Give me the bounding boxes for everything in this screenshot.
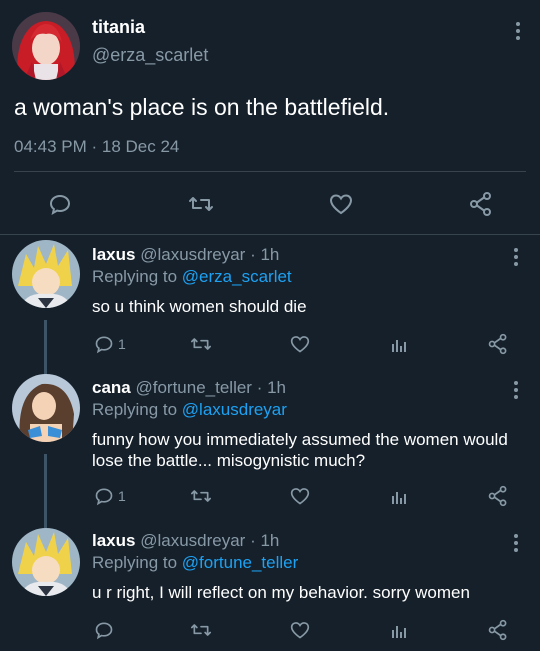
more-icon[interactable] bbox=[514, 248, 518, 269]
reply-icon bbox=[95, 622, 113, 640]
reply-icon bbox=[95, 336, 113, 354]
share-button[interactable] bbox=[487, 619, 509, 641]
display-name[interactable]: laxus bbox=[92, 245, 135, 264]
like-icon bbox=[290, 488, 310, 505]
analytics-icon bbox=[392, 492, 406, 504]
more-icon[interactable] bbox=[514, 381, 518, 402]
divider bbox=[14, 171, 526, 172]
replying-to-handle[interactable]: @erza_scarlet bbox=[182, 267, 292, 286]
reply-icon bbox=[95, 488, 113, 506]
thread-line bbox=[44, 320, 47, 376]
reply-header[interactable]: cana @fortune_teller · 1h bbox=[92, 378, 286, 398]
reply-header[interactable]: laxus @laxusdreyar · 1h bbox=[92, 245, 279, 265]
replying-label: Replying to bbox=[92, 267, 178, 286]
reply-button[interactable] bbox=[94, 620, 114, 640]
share-icon bbox=[470, 192, 491, 216]
display-name[interactable]: titania bbox=[92, 17, 145, 38]
share-button[interactable] bbox=[468, 191, 494, 217]
analytics-button[interactable] bbox=[389, 334, 409, 354]
reply-text: funny how you immediately assumed the wo… bbox=[92, 430, 508, 470]
reply-button[interactable]: 1 bbox=[94, 486, 126, 506]
retweet-icon bbox=[190, 490, 211, 502]
reply-text: u r right, I will reflect on my behavior… bbox=[92, 583, 470, 602]
avatar-laxus[interactable] bbox=[12, 528, 80, 596]
avatar-titania[interactable] bbox=[12, 12, 80, 80]
analytics-button[interactable] bbox=[389, 486, 409, 506]
like-button[interactable] bbox=[328, 192, 354, 216]
replying-to: Replying to @fortune_teller bbox=[92, 553, 298, 573]
replying-to: Replying to @laxusdreyar bbox=[92, 400, 287, 420]
like-icon bbox=[329, 194, 353, 215]
retweet-icon bbox=[189, 197, 213, 211]
user-handle-time[interactable]: @laxusdreyar · 1h bbox=[140, 531, 279, 550]
share-icon bbox=[488, 485, 507, 507]
retweet-button[interactable] bbox=[190, 486, 212, 506]
retweet-button[interactable] bbox=[188, 192, 214, 216]
share-button[interactable] bbox=[487, 333, 509, 355]
reply-icon bbox=[49, 194, 71, 216]
more-icon[interactable] bbox=[514, 534, 518, 555]
retweet-icon bbox=[190, 338, 211, 350]
reply-text: so u think women should die bbox=[92, 297, 307, 316]
share-button[interactable] bbox=[487, 485, 509, 507]
replying-to: Replying to @erza_scarlet bbox=[92, 267, 292, 287]
retweet-button[interactable] bbox=[190, 620, 212, 640]
retweet-button[interactable] bbox=[190, 334, 212, 354]
like-button[interactable] bbox=[289, 334, 311, 354]
display-name[interactable]: laxus bbox=[92, 531, 135, 550]
tweet-text: a woman's place is on the battlefield. bbox=[14, 94, 390, 120]
reply-button[interactable]: 1 bbox=[94, 334, 126, 354]
reply-button[interactable] bbox=[48, 192, 72, 216]
more-icon[interactable] bbox=[516, 22, 520, 43]
tweet-timestamp[interactable]: 04:43 PM · 18 Dec 24 bbox=[14, 137, 179, 157]
user-handle-time[interactable]: @laxusdreyar · 1h bbox=[140, 245, 279, 264]
user-handle-time[interactable]: @fortune_teller · 1h bbox=[135, 378, 286, 397]
replying-to-handle[interactable]: @laxusdreyar bbox=[182, 400, 287, 419]
analytics-icon bbox=[392, 626, 406, 638]
share-icon bbox=[488, 619, 507, 641]
avatar-cana[interactable] bbox=[12, 374, 80, 442]
avatar-laxus[interactable] bbox=[12, 240, 80, 308]
replying-to-handle[interactable]: @fortune_teller bbox=[182, 553, 299, 572]
reply-count: 1 bbox=[118, 488, 126, 504]
like-button[interactable] bbox=[289, 620, 311, 640]
like-icon bbox=[290, 336, 310, 353]
display-name[interactable]: cana bbox=[92, 378, 131, 397]
retweet-icon bbox=[190, 624, 211, 636]
like-button[interactable] bbox=[289, 486, 311, 506]
replying-label: Replying to bbox=[92, 400, 178, 419]
divider bbox=[0, 234, 540, 235]
analytics-icon bbox=[392, 340, 406, 352]
user-handle[interactable]: @erza_scarlet bbox=[92, 45, 208, 66]
reply-header[interactable]: laxus @laxusdreyar · 1h bbox=[92, 531, 279, 551]
analytics-button[interactable] bbox=[389, 620, 409, 640]
thread-line bbox=[44, 454, 47, 530]
reply-count: 1 bbox=[118, 336, 126, 352]
replying-label: Replying to bbox=[92, 553, 178, 572]
share-icon bbox=[488, 333, 507, 355]
like-icon bbox=[290, 622, 310, 639]
